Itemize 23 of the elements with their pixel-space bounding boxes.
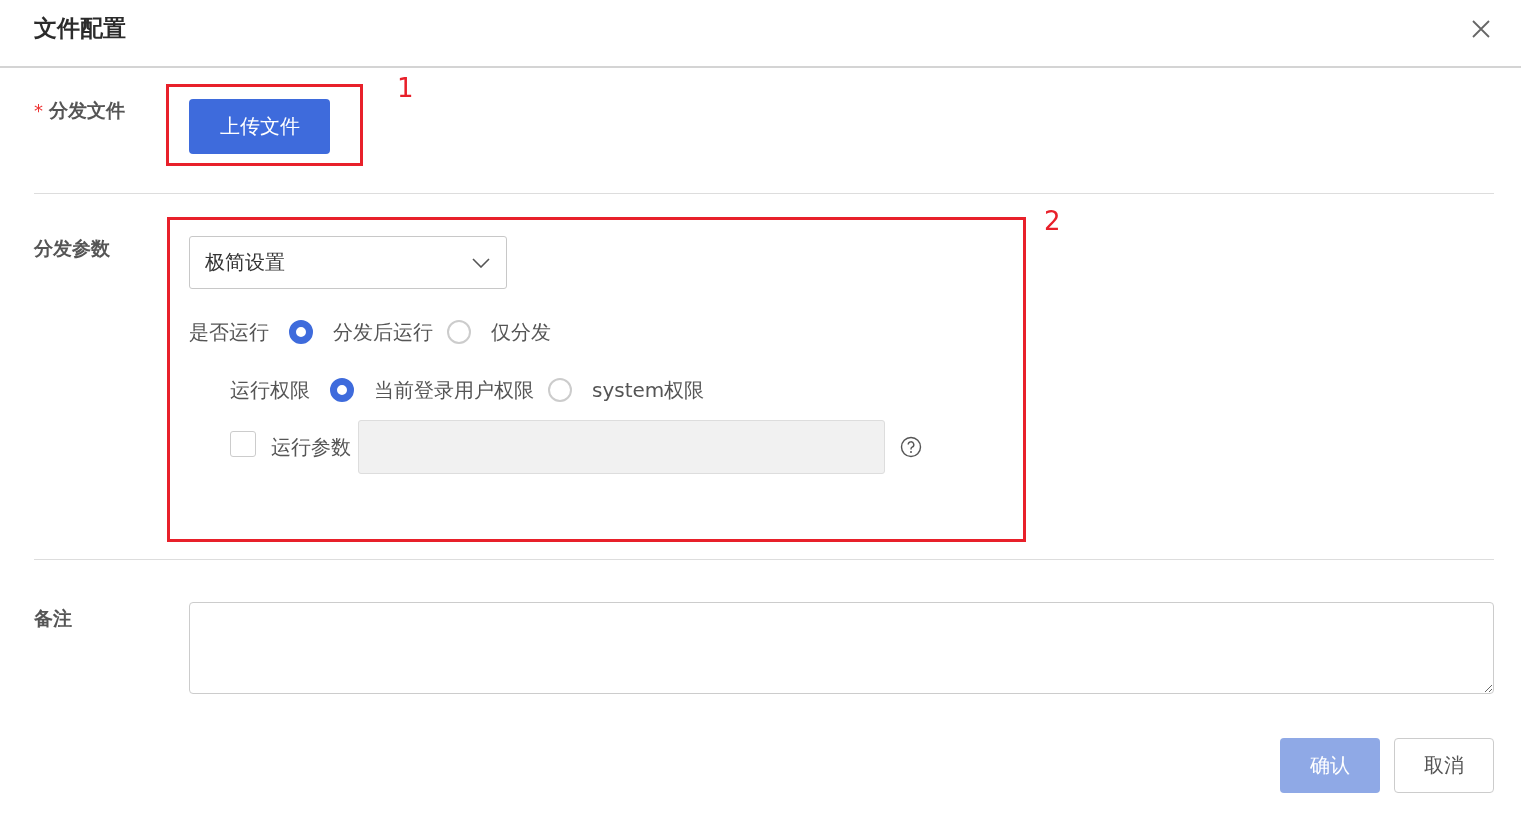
radio-label[interactable]: system权限	[592, 376, 705, 404]
field-label: 分发文件	[49, 98, 125, 123]
option-label: 是否运行	[189, 318, 269, 346]
field-label: 备注	[34, 606, 72, 631]
help-icon[interactable]	[900, 436, 922, 458]
chevron-down-icon	[472, 257, 490, 268]
radio-button[interactable]	[330, 378, 354, 402]
close-icon[interactable]	[1471, 19, 1491, 39]
radio-button[interactable]	[289, 320, 313, 344]
required-mark: *	[34, 100, 43, 121]
dialog-title: 文件配置	[34, 13, 126, 43]
field-label: 分发参数	[34, 236, 110, 261]
dialog-button[interactable]: 取消	[1394, 738, 1494, 793]
upload-button[interactable]: 上传文件	[189, 99, 330, 154]
remark-field[interactable]	[188, 602, 1494, 694]
radio-label[interactable]: 当前登录用户权限	[374, 376, 534, 404]
annotation-number: 1	[397, 75, 414, 101]
annotation-number: 2	[1044, 208, 1061, 234]
select-value: 极简设置	[205, 249, 285, 276]
radio-label[interactable]: 仅分发	[491, 318, 551, 346]
mode-select[interactable]: 极简设置	[189, 236, 507, 289]
radio-label[interactable]: 分发后运行	[333, 318, 433, 346]
option-label: 运行权限	[230, 376, 310, 404]
